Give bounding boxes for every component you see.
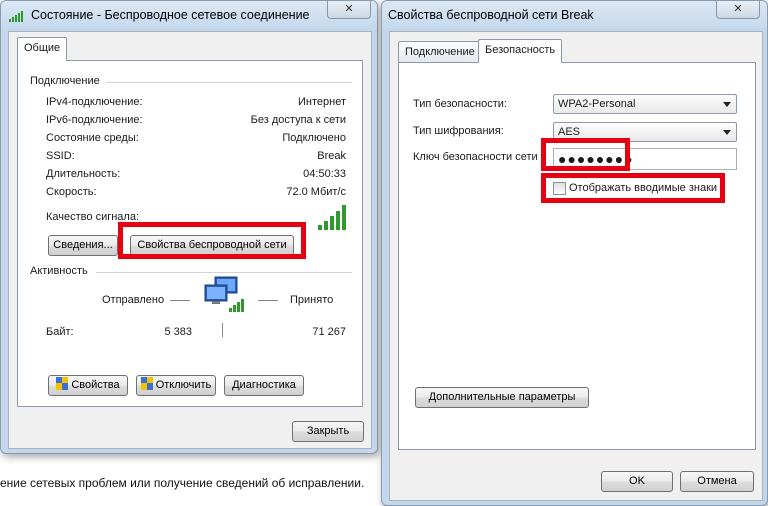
properties-window-title: Свойства беспроводной сети Break	[388, 8, 594, 22]
properties-window-titlebar[interactable]: Свойства беспроводной сети Break ✕	[382, 1, 767, 31]
encryption-type-label: Тип шифрования:	[413, 125, 504, 137]
security-type-label: Тип безопасности:	[413, 98, 507, 110]
encryption-type-value: AES	[558, 126, 581, 138]
cancel-button[interactable]: Отмена	[680, 471, 754, 492]
bytes-sent-value: 5 383	[164, 326, 192, 338]
media-state-label: Состояние среды:	[46, 132, 139, 144]
speed-value: 72.0 Мбит/с	[286, 186, 346, 198]
duration-value: 04:50:33	[303, 168, 346, 180]
highlight-security-key	[541, 138, 630, 171]
ipv6-value: Без доступа к сети	[250, 114, 346, 126]
ok-button[interactable]: OK	[601, 471, 673, 492]
ipv6-label: IPv6-подключение:	[46, 114, 143, 126]
speed-label: Скорость:	[46, 186, 97, 198]
ipv4-label: IPv4-подключение:	[46, 96, 143, 108]
uac-shield-icon	[56, 377, 69, 390]
security-type-value: WPA2-Personal	[558, 98, 636, 110]
chevron-down-icon	[723, 130, 731, 135]
security-panel: Тип безопасности: WPA2-Personal Тип шифр…	[398, 62, 756, 450]
security-key-label: Ключ безопасности сети	[413, 151, 538, 163]
bytes-divider	[222, 323, 223, 337]
sent-line	[170, 300, 190, 301]
advanced-settings-button[interactable]: Дополнительные параметры	[415, 387, 589, 408]
status-window-titlebar[interactable]: Состояние - Беспроводное сетевое соедине…	[1, 1, 377, 31]
background-status-text: ение сетевых проблем или получение сведе…	[0, 476, 365, 490]
properties-window-client: Подключение Безопасность Тип безопасност…	[389, 31, 763, 501]
uac-shield-icon	[140, 377, 153, 390]
ssid-label: SSID:	[46, 150, 75, 162]
status-window-title: Состояние - Беспроводное сетевое соедине…	[31, 8, 310, 22]
security-type-select[interactable]: WPA2-Personal	[553, 94, 737, 114]
diagnostics-button[interactable]: Диагностика	[224, 375, 304, 396]
details-button[interactable]: Сведения...	[48, 235, 118, 256]
activity-heading: Активность	[30, 265, 92, 277]
properties-window: Свойства беспроводной сети Break ✕ Подкл…	[381, 0, 768, 506]
disable-button[interactable]: Отключить	[136, 375, 216, 396]
network-computers-icon	[204, 276, 244, 312]
activity-divider	[96, 272, 352, 273]
duration-label: Длительность:	[46, 168, 121, 180]
bytes-label: Байт:	[46, 326, 74, 338]
signal-icon	[9, 11, 23, 22]
disable-button-label: Отключить	[155, 379, 212, 391]
received-line	[258, 300, 278, 301]
tab-connection[interactable]: Подключение	[398, 41, 482, 63]
sent-label: Отправлено	[102, 294, 165, 306]
properties-button-label: Свойства	[71, 379, 120, 391]
received-label: Принято	[290, 294, 334, 306]
media-state-value: Подключено	[282, 132, 346, 144]
connection-divider	[106, 82, 352, 83]
highlight-wireless-properties	[118, 222, 306, 259]
highlight-show-characters	[541, 173, 725, 203]
close-button[interactable]: Закрыть	[292, 421, 364, 442]
ipv4-value: Интернет	[298, 96, 346, 108]
connection-heading: Подключение	[30, 75, 104, 87]
bytes-received-value: 71 267	[312, 326, 346, 338]
chevron-down-icon	[723, 102, 731, 107]
tab-security[interactable]: Безопасность	[478, 39, 563, 63]
ssid-value: Break	[317, 150, 346, 162]
status-close-icon[interactable]: ✕	[327, 1, 371, 19]
properties-button[interactable]: Свойства	[48, 375, 128, 396]
tab-general[interactable]: Общие	[17, 37, 68, 61]
properties-close-icon[interactable]: ✕	[716, 1, 760, 19]
signal-strength-icon	[318, 205, 346, 230]
